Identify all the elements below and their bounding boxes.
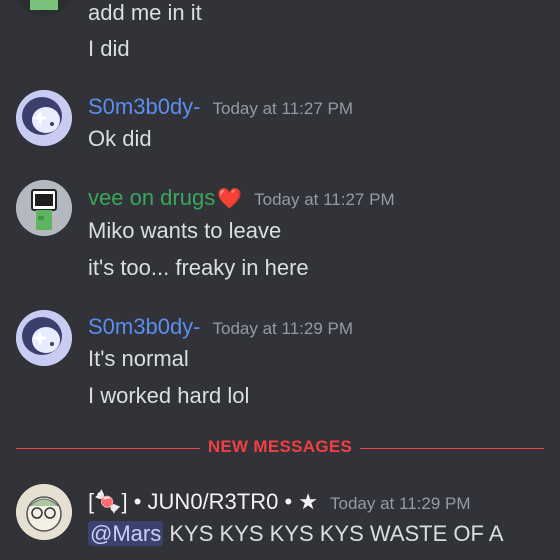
username[interactable]: S0m3b0dy- [88,94,201,120]
timestamp[interactable]: Today at 11:29 PM [330,494,471,514]
username-prefix: [🍬] • [88,489,148,514]
username[interactable]: vee on drugs [88,185,215,211]
avatar[interactable] [16,90,72,146]
timestamp[interactable]: Today at 11:27 PM [213,99,354,119]
username[interactable]: S0m3b0dy- [88,314,201,340]
message-text: add me in it [88,0,202,25]
timestamp[interactable]: Today at 11:29 PM [213,319,354,339]
message-text: it's too... freaky in here [88,255,309,280]
message-text: It's normal [88,346,189,371]
message-header: [🍬] • JUN0/R3TR0 • ★ Today at 11:29 PM [88,489,471,515]
avatar[interactable] [16,484,72,540]
username-suffix: • ★ [278,489,319,514]
message-text: I worked hard lol [88,383,250,408]
message-text: Miko wants to leave [88,218,282,243]
avatar[interactable] [16,180,72,236]
message-header: vee on drugs ❤️ Today at 11:27 PM [88,185,395,211]
heart-icon: ❤️ [217,188,243,210]
user-mention[interactable]: @Mars [88,521,164,546]
message-text: @Mars KYS KYS KYS KYS WASTE OF A [88,521,504,547]
timestamp[interactable]: Today at 11:27 PM [254,190,395,210]
message-text: Ok did [88,126,152,151]
username[interactable]: JUN0/R3TR0 [148,489,279,515]
message-header: S0m3b0dy- Today at 11:27 PM [88,94,353,120]
message-body: KYS KYS KYS KYS WASTE OF A [163,521,504,546]
new-messages-label: NEW MESSAGES [0,437,560,457]
avatar-partial[interactable] [16,0,72,16]
message-text: I did [88,36,130,61]
message-header: S0m3b0dy- Today at 11:29 PM [88,314,353,340]
avatar[interactable] [16,310,72,366]
